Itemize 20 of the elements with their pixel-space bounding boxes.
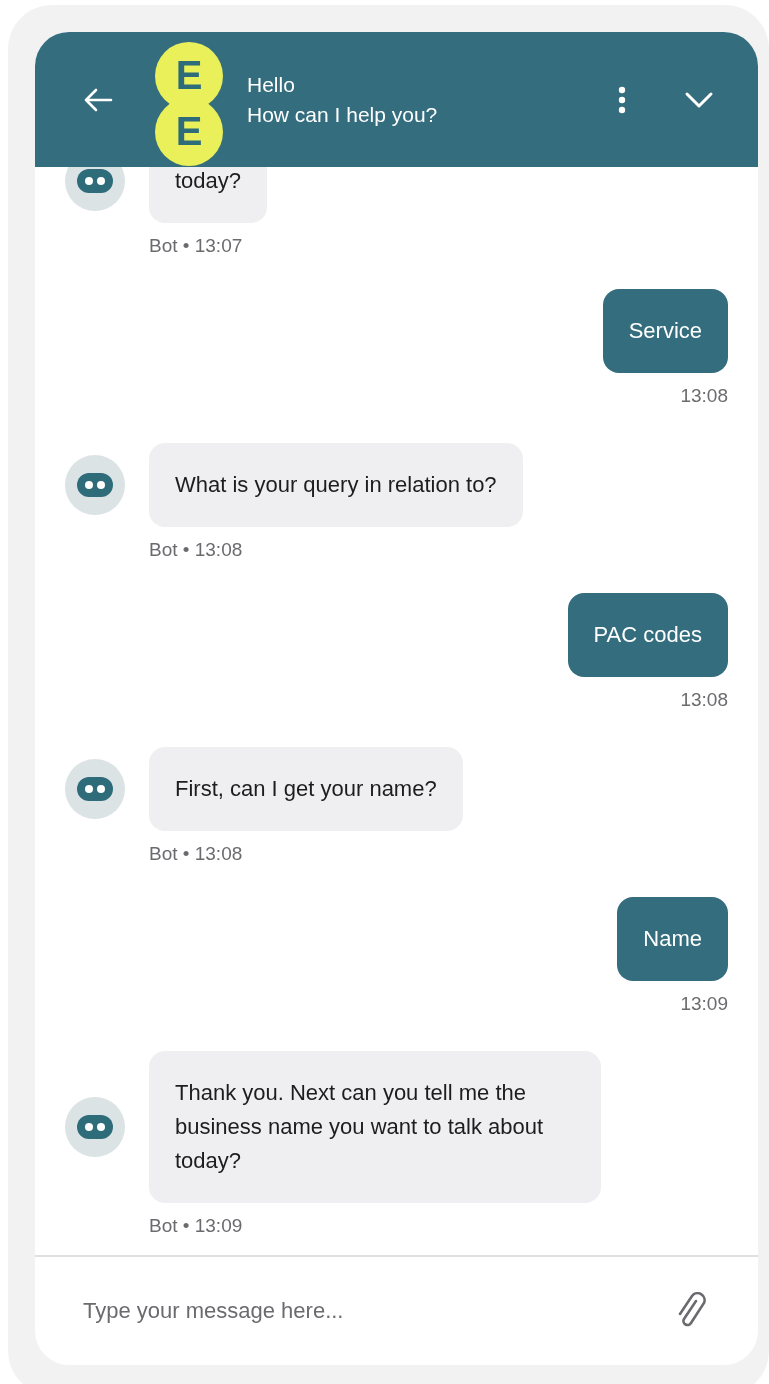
user-message: Name: [617, 897, 728, 981]
message-meta: Bot • 13:07: [149, 235, 244, 257]
bot-avatar: [65, 455, 125, 515]
bot-message: today?: [149, 167, 268, 223]
bot-message: Thank you. Next can you tell me the business name you want to talk about today?: [149, 1051, 601, 1203]
message-time: 13:08: [680, 385, 728, 407]
user-message: Service: [602, 289, 728, 373]
message-meta: Bot • 13:08: [149, 843, 244, 865]
bot-message: First, can I get your name?: [149, 747, 463, 831]
chat-title: Hello: [247, 72, 296, 97]
message-time: 13:09: [680, 993, 728, 1015]
user-message: PAC codes: [567, 593, 728, 677]
bot-avatar: [65, 759, 125, 819]
bot-avatar: [65, 1097, 125, 1157]
message-time: 13:08: [680, 689, 728, 711]
chat-subtitle: How can I help you?: [247, 102, 439, 127]
bot-message: What is your query in relation to?: [149, 443, 523, 527]
message-input[interactable]: Type your message here...: [81, 1297, 660, 1325]
message-meta: Bot • 13:08: [149, 539, 244, 561]
message-meta: Bot • 13:09: [149, 1215, 244, 1237]
